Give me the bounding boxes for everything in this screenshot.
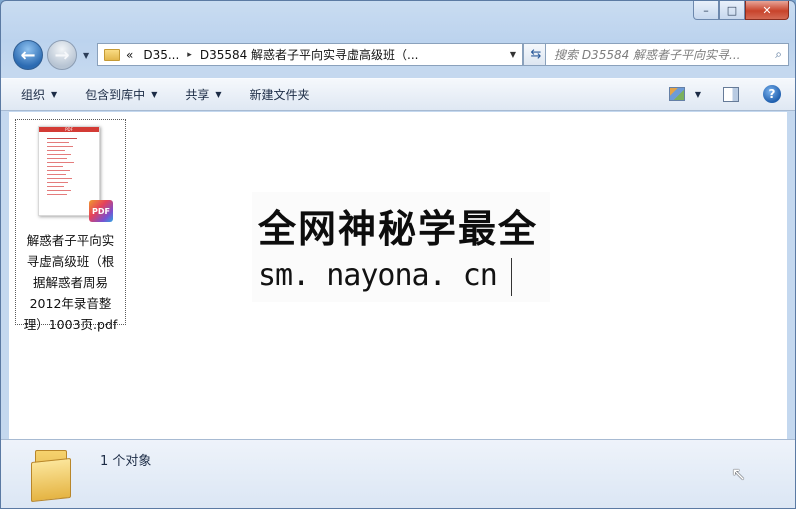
toolbar-right-group: ▼ ? (668, 85, 781, 103)
thumbnail-line (47, 158, 67, 159)
thumbnail-line (47, 162, 74, 163)
file-name-line: 寻虚高级班（根 (26, 254, 115, 269)
address-dropdown-icon[interactable]: ▼ (510, 50, 516, 59)
search-input[interactable]: 搜索 D35584 解惑者子平向实寻... ⌕ (545, 43, 789, 66)
forward-button[interactable]: → (47, 40, 77, 70)
file-name-line: 2012年录音整 (29, 296, 112, 311)
chevron-down-icon: ▼ (215, 90, 222, 99)
close-button[interactable]: ✕ (745, 1, 789, 20)
breadcrumb-separator-icon[interactable]: ▸ (187, 50, 192, 60)
watermark-title: 全网神秘学最全 (258, 207, 539, 251)
share-menu[interactable]: 共享 ▼ (185, 86, 221, 103)
navigation-bar: ← → ▼ « D35... ▸ D35584 解惑者子平向实寻虚高级班（...… (11, 39, 789, 70)
breadcrumb-item-current[interactable]: D35584 解惑者子平向实寻虚高级班（... (200, 46, 419, 63)
pdf-file-icon: PDF (89, 200, 113, 222)
back-button[interactable]: ← (13, 40, 43, 70)
search-placeholder: 搜索 D35584 解惑者子平向实寻... (554, 48, 741, 62)
file-name-line: 解惑者子平向实 (26, 233, 115, 248)
file-name-line: 理）1003页.pdf (23, 317, 118, 332)
new-folder-button[interactable]: 新建文件夹 (250, 86, 310, 103)
organize-label: 组织 (21, 88, 46, 102)
thumbnail-line (47, 190, 71, 191)
maximize-button[interactable]: □ (719, 1, 745, 20)
item-count: 1 个对象 (100, 454, 152, 469)
search-icon[interactable]: ⌕ (775, 47, 782, 62)
thumbnail-line (47, 170, 70, 171)
file-name[interactable]: 解惑者子平向实 寻虚高级班（根 据解惑者周易 2012年录音整 理）1003页.… (16, 230, 125, 335)
file-list-pane[interactable]: PDF PDF 解惑者子平向实 寻虚高级班（根 据解惑者周易 2012年录音整 … (9, 112, 787, 439)
views-dropdown-icon[interactable]: ▼ (695, 90, 701, 99)
minimize-button[interactable]: – (693, 1, 719, 20)
thumbnail-line (47, 194, 67, 195)
folder-icon (31, 448, 75, 503)
details-pane: 1 个对象 ↖ (1, 439, 795, 508)
text-cursor (511, 258, 512, 296)
views-icon[interactable] (668, 87, 685, 101)
command-toolbar: 组织 ▼ 包含到库中 ▼ 共享 ▼ 新建文件夹 ▼ ? (1, 78, 795, 111)
thumbnail-line (47, 174, 66, 175)
watermark-url: sm. nayona. cn (258, 258, 498, 293)
recent-pages-dropdown[interactable]: ▼ (83, 51, 89, 60)
organize-menu[interactable]: 组织 ▼ (21, 86, 57, 103)
thumbnail-line (47, 178, 72, 179)
chevron-down-icon: ▼ (151, 90, 158, 99)
new-folder-label: 新建文件夹 (249, 88, 310, 102)
thumbnail-line (47, 142, 69, 143)
thumbnail-line (47, 138, 77, 139)
share-label: 共享 (185, 88, 210, 102)
thumbnail-line (47, 186, 64, 187)
address-bar[interactable]: « D35... ▸ D35584 解惑者子平向实寻虚高级班（... ▼ (97, 43, 523, 66)
file-name-line: 据解惑者周易 (32, 275, 108, 290)
thumbnail-line (47, 182, 68, 183)
file-item[interactable]: PDF PDF 解惑者子平向实 寻虚高级班（根 据解惑者周易 2012年录音整 … (15, 119, 126, 332)
explorer-window: – □ ✕ ← → ▼ « D35... ▸ D35584 解惑者子平向实寻虚高… (0, 0, 796, 509)
include-in-library-menu[interactable]: 包含到库中 ▼ (85, 86, 157, 103)
help-icon[interactable]: ? (763, 85, 781, 103)
thumbnail-line (47, 154, 71, 155)
watermark-overlay: 全网神秘学最全 sm. nayona. cn (252, 192, 550, 302)
mouse-pointer-icon: ↖ (731, 464, 747, 485)
include-library-label: 包含到库中 (85, 88, 146, 102)
thumbnail-header: PDF (39, 127, 99, 132)
breadcrumb-item-parent[interactable]: D35... (143, 48, 179, 62)
preview-pane-icon[interactable] (723, 86, 739, 102)
breadcrumb-overflow[interactable]: « (126, 48, 133, 62)
thumbnail-line (47, 146, 73, 147)
caption-buttons: – □ ✕ (693, 1, 789, 20)
chevron-down-icon: ▼ (51, 90, 58, 99)
folder-front (31, 457, 71, 503)
thumbnail-line (47, 150, 65, 151)
folder-icon (104, 48, 120, 61)
thumbnail-line (47, 166, 63, 167)
